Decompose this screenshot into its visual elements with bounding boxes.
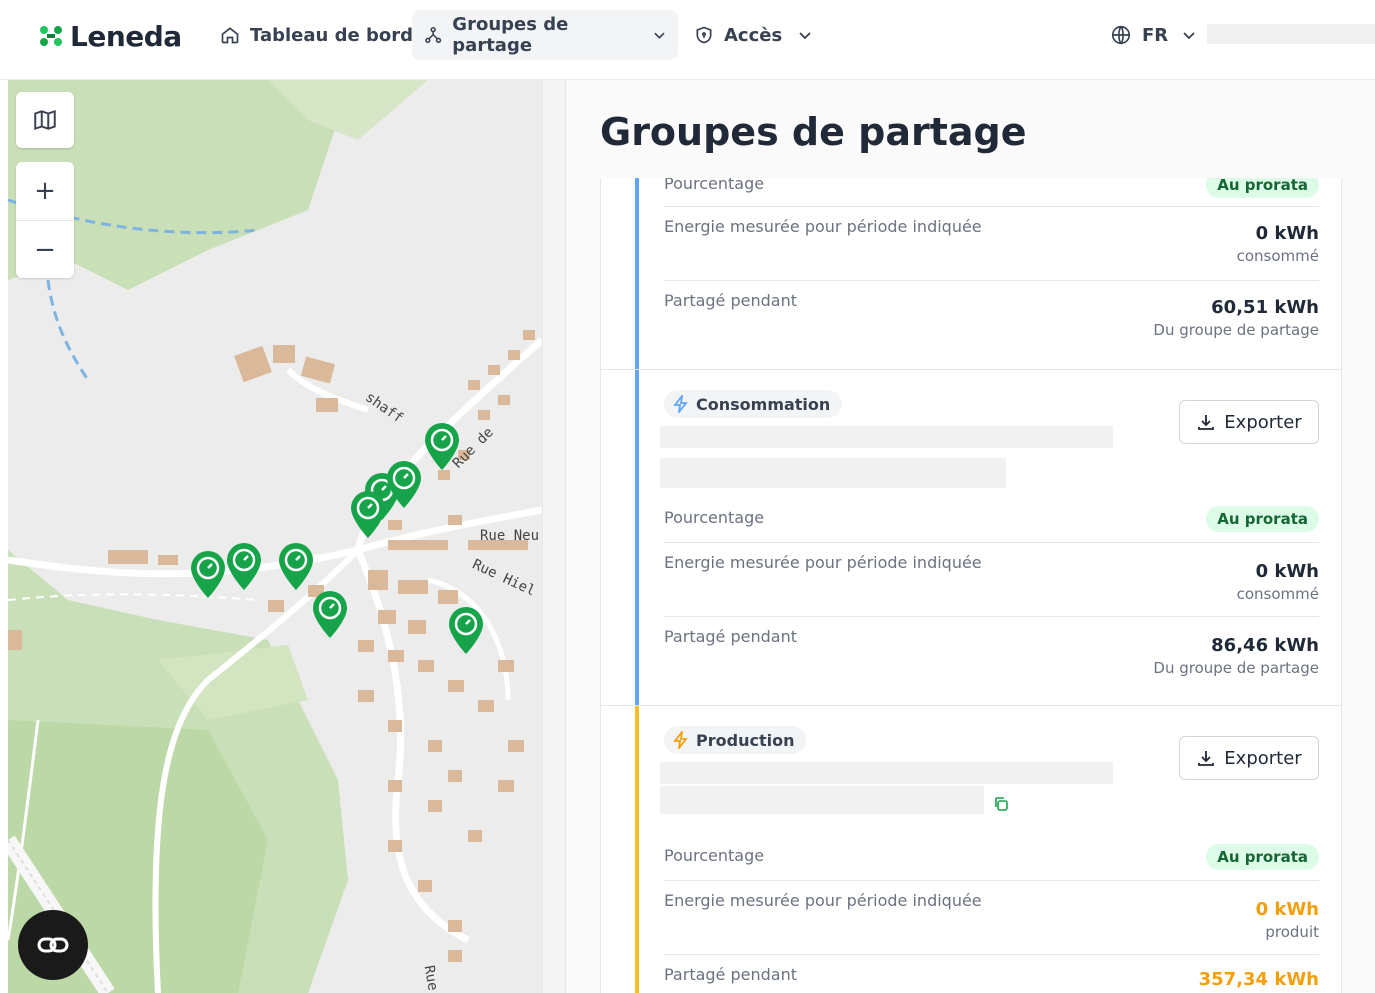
section-color-bar <box>635 370 639 705</box>
status-badge: Au prorata <box>1206 844 1319 870</box>
consumption-tag: Consommation <box>664 390 843 418</box>
brand-name: Leneda <box>70 19 182 53</box>
export-button[interactable]: Exporter <box>1179 736 1319 780</box>
language-label: FR <box>1142 24 1169 46</box>
production-meter-section: Production Exporter Au prorata Pourcenta… <box>601 706 1341 993</box>
map-view[interactable]: + − Rue Neu Rue Hiel Rue de shaff Rue <box>8 80 542 993</box>
meter-pin-icon[interactable] <box>422 422 462 472</box>
chevron-down-icon <box>799 32 811 40</box>
shared-subtext: Du groupe de partage <box>1153 321 1319 339</box>
meter-pin-icon[interactable] <box>446 606 486 656</box>
page-title: Groupes de partage <box>600 110 1027 154</box>
zoom-out-button[interactable]: − <box>16 220 74 278</box>
lightning-icon <box>673 731 688 749</box>
nav-access[interactable]: Accès <box>682 10 824 60</box>
energy-value: 0 kWh <box>1255 223 1319 244</box>
nav-sharing-groups[interactable]: Groupes de partage <box>412 10 678 60</box>
download-icon <box>1198 415 1215 430</box>
details-panel: Groupes de partage Pourcentage Au prorat… <box>566 80 1375 993</box>
user-menu-redacted[interactable] <box>1207 24 1375 44</box>
language-selector[interactable]: FR <box>1110 10 1196 60</box>
redacted-meter-name <box>660 762 1113 784</box>
row-label: Pourcentage <box>664 178 765 193</box>
redacted-meter-id <box>660 458 1006 488</box>
energy-row: Energie mesurée pour période indiquée 0 … <box>664 206 1319 280</box>
shared-row: Partagé pendant 86,46 kWh Du groupe de p… <box>664 616 1319 706</box>
link-button[interactable] <box>18 910 88 980</box>
row-label: Energie mesurée pour période indiquée <box>664 217 982 236</box>
download-icon <box>1198 751 1215 766</box>
percentage-row: Pourcentage Au prorata <box>664 178 1319 206</box>
chevron-down-icon <box>1183 32 1195 40</box>
energy-value: 0 kWh <box>1255 561 1319 582</box>
nav-access-label: Accès <box>724 24 783 46</box>
redacted-meter-name <box>660 426 1113 448</box>
section-color-bar <box>635 178 639 369</box>
energy-value: 0 kWh <box>1255 899 1319 920</box>
shared-subtext: Du groupe de partage <box>1153 659 1319 677</box>
row-label: Partagé pendant <box>664 965 797 984</box>
shared-row: Partagé pendant 60,51 kWh Du groupe de p… <box>664 280 1319 370</box>
meter-pin-icon[interactable] <box>276 542 316 592</box>
export-button-label: Exporter <box>1224 411 1302 433</box>
energy-subtext: consommé <box>1236 247 1319 265</box>
chevron-down-icon <box>654 32 665 39</box>
shared-value: 86,46 kWh <box>1211 635 1319 656</box>
status-badge: Au prorata <box>1206 506 1319 532</box>
meter-pin-icon[interactable] <box>224 542 264 592</box>
row-label: Pourcentage <box>664 846 765 865</box>
consumption-meter-section: Consommation Exporter Au prorata Pourcen… <box>601 370 1341 706</box>
percentage-row: Au prorata Pourcentage <box>664 838 1319 880</box>
lightning-icon <box>673 395 688 413</box>
map-background <box>8 80 542 993</box>
shield-icon <box>696 26 712 44</box>
export-button-label: Exporter <box>1224 747 1302 769</box>
shared-value: 60,51 kWh <box>1211 297 1319 318</box>
energy-subtext: produit <box>1265 923 1319 941</box>
nav-dashboard-label: Tableau de bord <box>250 24 413 46</box>
production-tag: Production <box>664 726 807 754</box>
nav-dashboard[interactable]: Tableau de bord <box>208 10 425 60</box>
meter-pin-icon[interactable] <box>188 550 228 600</box>
export-button[interactable]: Exporter <box>1179 400 1319 444</box>
home-icon <box>221 27 239 44</box>
percentage-row: Au prorata Pourcentage <box>664 500 1319 542</box>
production-tag-label: Production <box>696 730 795 750</box>
row-label: Pourcentage <box>664 508 765 527</box>
meter-section: Pourcentage Au prorata Energie mesurée p… <box>601 178 1341 370</box>
panel-resize-handle[interactable] <box>542 80 566 993</box>
row-label: Energie mesurée pour période indiquée <box>664 553 982 572</box>
nav-sharing-groups-label: Groupes de partage <box>452 14 569 56</box>
link-icon <box>37 937 69 953</box>
row-label: Energie mesurée pour période indiquée <box>664 891 982 910</box>
globe-icon <box>1111 25 1131 45</box>
status-badge: Au prorata <box>1206 178 1319 198</box>
energy-row: Energie mesurée pour période indiquée 0 … <box>664 542 1319 616</box>
section-color-bar <box>635 706 639 993</box>
map-street-label: Rue Neu <box>480 528 540 544</box>
meter-pin-icon[interactable] <box>310 590 350 640</box>
energy-subtext: consommé <box>1236 585 1319 603</box>
energy-row: Energie mesurée pour période indiquée 0 … <box>664 880 1319 954</box>
shared-value: 357,34 kWh <box>1198 969 1319 990</box>
copy-icon[interactable] <box>993 796 1009 812</box>
zoom-controls: + − <box>16 162 74 278</box>
leneda-logo[interactable]: Leneda <box>38 16 182 56</box>
row-label: Partagé pendant <box>664 291 797 310</box>
meter-pin-icon[interactable] <box>348 490 388 540</box>
meter-pin-icon[interactable] <box>384 460 424 510</box>
zoom-in-button[interactable]: + <box>16 162 74 220</box>
shared-row: Partagé pendant 357,34 kWh <box>664 954 1319 993</box>
network-icon <box>425 26 442 44</box>
redacted-meter-id <box>660 786 984 814</box>
top-navigation-bar: Leneda Tableau de bord Groupes de partag… <box>0 0 1375 80</box>
leneda-logo-icon <box>40 26 62 46</box>
consumption-tag-label: Consommation <box>696 394 831 414</box>
map-icon <box>34 109 56 131</box>
sharing-group-card: Pourcentage Au prorata Energie mesurée p… <box>600 178 1342 993</box>
row-label: Partagé pendant <box>664 627 797 646</box>
map-layers-button[interactable] <box>16 92 74 148</box>
